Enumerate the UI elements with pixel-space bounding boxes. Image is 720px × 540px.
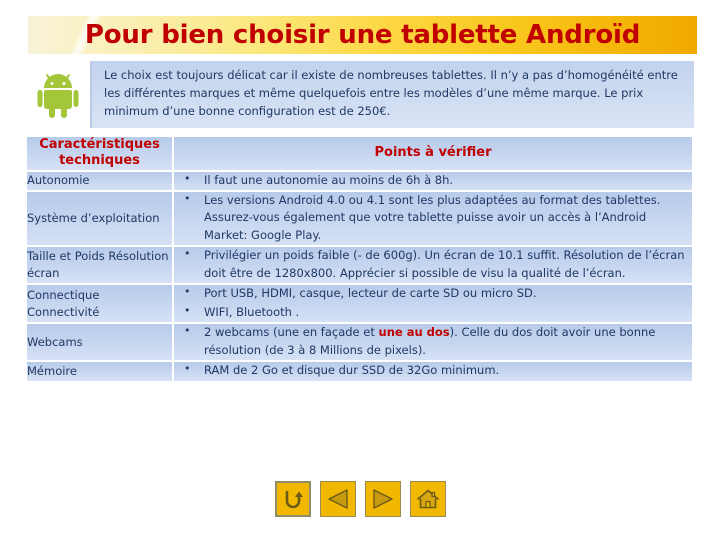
home-icon bbox=[416, 489, 439, 509]
point-highlight: une au dos bbox=[378, 325, 450, 340]
points-list: Privilégier un poids faible (- de 600g).… bbox=[174, 246, 692, 282]
row-points-cell: RAM de 2 Go et disque dur SSD de 32Go mi… bbox=[174, 361, 692, 381]
points-list: Les versions Android 4.0 ou 4.1 sont les… bbox=[174, 191, 692, 244]
points-list: Port USB, HDMI, casque, lecteur de carte… bbox=[174, 284, 692, 321]
row-points-cell: 2 webcams (une en façade et une au dos).… bbox=[174, 323, 692, 361]
point-text: 2 webcams (une en façade et bbox=[204, 325, 379, 340]
return-arrow-icon bbox=[285, 491, 303, 509]
row-points-cell: Il faut une autonomie au moins de 6h à 8… bbox=[174, 170, 692, 190]
point-item: RAM de 2 Go et disque dur SSD de 32Go mi… bbox=[174, 361, 692, 379]
row-feature-label: Webcams bbox=[27, 324, 172, 361]
navigation-bar bbox=[0, 481, 720, 517]
point-text: Privilégier un poids faible (- de 600g).… bbox=[204, 248, 685, 280]
row-points-cell: Privilégier un poids faible (- de 600g).… bbox=[174, 246, 692, 284]
specifications-table: Caractéristiques techniques Points à vér… bbox=[25, 135, 694, 383]
row-points-cell: Port USB, HDMI, casque, lecteur de carte… bbox=[174, 284, 692, 323]
row-feature-label: Taille et Poids Résolution écran bbox=[27, 247, 172, 284]
return-button[interactable] bbox=[274, 481, 311, 517]
intro-panel: Le choix est toujours délicat car il exi… bbox=[25, 61, 694, 128]
triangle-left-icon bbox=[327, 489, 348, 509]
point-text: Il faut une autonomie au moins de 6h à 8… bbox=[204, 172, 454, 187]
title-banner: Pour bien choisir une tablette Androïd bbox=[28, 16, 697, 54]
point-item: Les versions Android 4.0 ou 4.1 sont les… bbox=[174, 191, 692, 244]
point-item: WIFI, Bluetooth . bbox=[174, 303, 692, 321]
table-row: Autonomie Il faut une autonomie au moins … bbox=[27, 170, 692, 190]
points-list: RAM de 2 Go et disque dur SSD de 32Go mi… bbox=[174, 361, 692, 379]
triangle-right-icon bbox=[372, 489, 393, 509]
next-button[interactable] bbox=[364, 481, 401, 517]
points-list: Il faut une autonomie au moins de 6h à 8… bbox=[174, 170, 692, 189]
point-text: Les versions Android 4.0 ou 4.1 sont les… bbox=[204, 192, 661, 242]
row-feature-label: Autonomie bbox=[27, 171, 172, 190]
row-points-cell: Les versions Android 4.0 ou 4.1 sont les… bbox=[174, 191, 692, 246]
page-title: Pour bien choisir une tablette Androïd bbox=[84, 20, 641, 50]
point-text: Port USB, HDMI, casque, lecteur de carte… bbox=[204, 286, 537, 301]
point-text: WIFI, Bluetooth . bbox=[204, 304, 300, 319]
row-feature-label: Mémoire bbox=[27, 362, 172, 381]
table-row: Connectique Connectivité Port USB, HDMI, … bbox=[27, 284, 692, 323]
android-robot-logo-icon bbox=[25, 61, 92, 128]
point-text: RAM de 2 Go et disque dur SSD de 32Go mi… bbox=[204, 363, 500, 378]
table-row: Webcams2 webcams (une en façade et une a… bbox=[27, 323, 692, 361]
intro-text: Le choix est toujours délicat car il exi… bbox=[104, 68, 678, 118]
row-feature-label: Connectique Connectivité bbox=[27, 285, 172, 323]
point-item: Il faut une autonomie au moins de 6h à 8… bbox=[174, 170, 692, 189]
previous-button[interactable] bbox=[319, 481, 356, 517]
point-item: Port USB, HDMI, casque, lecteur de carte… bbox=[174, 284, 692, 302]
table-row: Mémoire RAM de 2 Go et disque dur SSD de … bbox=[27, 361, 692, 381]
home-button[interactable] bbox=[409, 481, 446, 517]
table-row: Taille et Poids Résolution écran Privilég… bbox=[27, 246, 692, 284]
point-item: Privilégier un poids faible (- de 600g).… bbox=[174, 246, 692, 282]
table-row: Système d’exploitation Les versions Andro… bbox=[27, 191, 692, 246]
column-header-feature: Caractéristiques techniques bbox=[27, 137, 172, 170]
point-item: 2 webcams (une en façade et une au dos).… bbox=[174, 323, 692, 359]
row-feature-label: Système d’exploitation bbox=[27, 191, 172, 246]
points-list: 2 webcams (une en façade et une au dos).… bbox=[174, 323, 692, 359]
column-header-points: Points à vérifier bbox=[174, 137, 692, 170]
table-header-row: Caractéristiques techniques Points à vér… bbox=[27, 137, 692, 170]
